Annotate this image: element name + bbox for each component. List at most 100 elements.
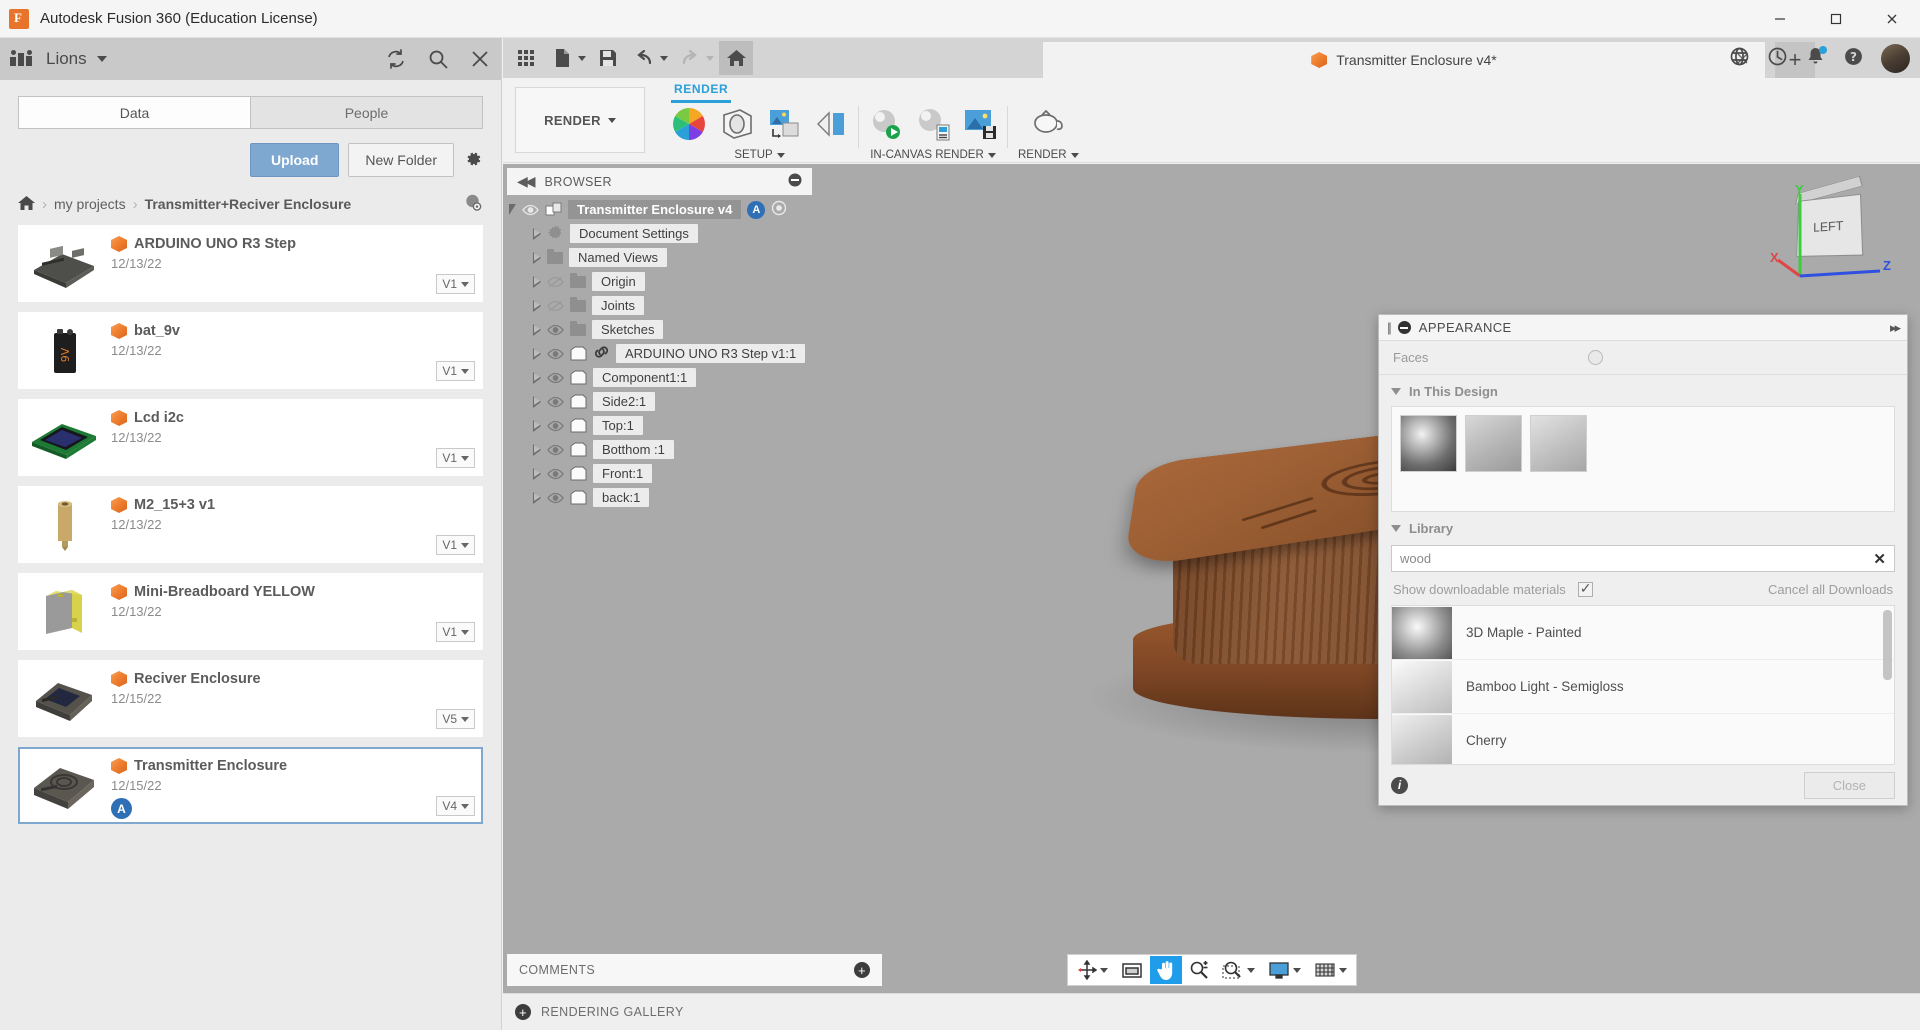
tree-row[interactable]: Origin — [507, 271, 812, 292]
redo-icon[interactable] — [673, 41, 707, 75]
list-item[interactable]: Mini-Breadboard YELLOW 12/13/22 V1 — [18, 573, 483, 650]
material-row[interactable]: 3D Maple - Painted — [1392, 606, 1894, 660]
tree-row[interactable]: Component1:1 — [507, 367, 812, 388]
tree-row[interactable]: Side2:1 — [507, 391, 812, 412]
cancel-all-downloads-link[interactable]: Cancel all Downloads — [1768, 582, 1893, 597]
clear-search-icon[interactable]: ✕ — [1873, 550, 1886, 568]
zoom-icon[interactable] — [1183, 956, 1215, 984]
tree-row[interactable]: Botthom :1 — [507, 439, 812, 460]
list-item[interactable]: M2_15+3 v1 12/13/22 V1 — [18, 486, 483, 563]
pan-icon[interactable] — [1150, 956, 1182, 984]
swatch-grey-1[interactable] — [1465, 415, 1522, 472]
decal-icon[interactable] — [767, 107, 801, 144]
tree-row[interactable]: Top:1 — [507, 415, 812, 436]
in-canvas-settings-icon[interactable] — [916, 107, 950, 144]
collapse-left-icon[interactable]: ◀◀ — [517, 173, 533, 190]
user-avatar[interactable] — [1881, 44, 1910, 73]
material-row[interactable]: Bamboo Light - Semigloss — [1392, 660, 1894, 714]
upload-button[interactable]: Upload — [250, 143, 339, 177]
tree-row[interactable]: Front:1 — [507, 463, 812, 484]
app-grid-icon[interactable] — [509, 41, 543, 75]
chevron-right-icon[interactable] — [533, 276, 541, 288]
list-item-selected[interactable]: Transmitter Enclosure 12/15/22 A V4 — [18, 747, 483, 824]
view-cube[interactable]: LEFT Y X Z — [1770, 176, 1900, 286]
recent-icon[interactable] — [1767, 46, 1788, 70]
version-dropdown[interactable]: V1 — [436, 274, 475, 294]
tab-data[interactable]: Data — [18, 96, 250, 129]
texture-map-icon[interactable] — [814, 107, 848, 144]
library-section-header[interactable]: Library — [1379, 512, 1907, 541]
faces-row[interactable]: Faces — [1379, 341, 1907, 375]
visibility-icon[interactable] — [547, 420, 564, 432]
document-tab[interactable]: Transmitter Enclosure v4* — [1043, 42, 1765, 78]
material-row[interactable]: Cherry — [1392, 714, 1894, 765]
list-item[interactable]: ARDUINO UNO R3 Step 12/13/22 V1 — [18, 225, 483, 302]
zoom-window-icon[interactable] — [1216, 956, 1261, 984]
search-icon[interactable] — [427, 48, 449, 70]
look-at-icon[interactable] — [1115, 956, 1149, 984]
visibility-off-icon[interactable] — [547, 300, 564, 312]
new-folder-button[interactable]: New Folder — [348, 143, 454, 177]
tree-row[interactable]: ARDUINO UNO R3 Step v1:1 — [507, 343, 812, 364]
visibility-icon[interactable] — [547, 444, 564, 456]
capture-image-icon[interactable] — [963, 107, 997, 144]
comments-bar[interactable]: COMMENTS + — [507, 954, 882, 986]
chevron-down-icon[interactable] — [706, 56, 714, 61]
home-icon[interactable] — [18, 195, 35, 214]
chevron-down-icon[interactable] — [97, 56, 107, 62]
tree-row[interactable]: Joints — [507, 295, 812, 316]
visibility-icon[interactable] — [547, 396, 564, 408]
expand-right-icon[interactable]: ▸▸ — [1890, 320, 1899, 336]
chevron-right-icon[interactable] — [533, 324, 541, 336]
materials-list[interactable]: 3D Maple - Painted Bamboo Light - Semigl… — [1391, 605, 1895, 765]
chevron-right-icon[interactable] — [533, 300, 541, 312]
orbit-icon[interactable] — [1071, 956, 1114, 984]
appearance-icon[interactable] — [671, 106, 707, 145]
in-this-design-section-header[interactable]: In This Design — [1379, 375, 1907, 404]
visibility-icon[interactable] — [547, 348, 564, 360]
breadcrumb-parent[interactable]: my projects — [54, 196, 126, 212]
teapot-render-icon[interactable] — [1029, 107, 1067, 144]
collapse-icon[interactable] — [1398, 321, 1411, 334]
list-item[interactable]: 9V bat_9v 12/13/22 V1 — [18, 312, 483, 389]
select-faces-button[interactable] — [1588, 350, 1603, 365]
visibility-icon[interactable] — [547, 492, 564, 504]
version-dropdown[interactable]: V1 — [436, 361, 475, 381]
tree-row[interactable]: Document Settings — [507, 223, 812, 244]
chevron-right-icon[interactable] — [533, 348, 541, 360]
chevron-right-icon[interactable] — [533, 492, 541, 504]
chevron-down-icon[interactable] — [660, 56, 668, 61]
refresh-icon[interactable] — [385, 48, 407, 70]
undo-icon[interactable] — [627, 41, 661, 75]
swatch-grey-2[interactable] — [1530, 415, 1587, 472]
library-search-input[interactable]: wood ✕ — [1391, 545, 1895, 572]
list-item[interactable]: Reciver Enclosure 12/15/22 V5 — [18, 660, 483, 737]
tab-people[interactable]: People — [250, 96, 483, 129]
browser-settings-icon[interactable] — [788, 173, 802, 190]
materials-scrollbar[interactable] — [1883, 610, 1892, 680]
expand-gallery-button[interactable]: + — [515, 1004, 531, 1020]
tree-row[interactable]: back:1 — [507, 487, 812, 508]
version-dropdown[interactable]: V4 — [436, 796, 475, 816]
workspace-switcher[interactable]: RENDER — [515, 87, 645, 153]
in-canvas-render-icon[interactable] — [869, 107, 903, 144]
chevron-right-icon[interactable] — [533, 468, 541, 480]
chevron-down-icon[interactable] — [509, 204, 516, 215]
gear-icon[interactable] — [463, 149, 483, 172]
new-file-icon[interactable] — [545, 41, 579, 75]
radio-icon[interactable] — [771, 200, 787, 219]
visibility-off-icon[interactable] — [547, 276, 564, 288]
list-item[interactable]: Lcd i2c 12/13/22 V1 — [18, 399, 483, 476]
drag-handle[interactable]: || — [1387, 320, 1390, 335]
tree-row-root[interactable]: Transmitter Enclosure v4 A — [507, 199, 812, 220]
tab-render[interactable]: RENDER — [661, 78, 741, 100]
maximize-button[interactable] — [1808, 0, 1864, 38]
version-dropdown[interactable]: V5 — [436, 709, 475, 729]
show-downloadable-checkbox[interactable] — [1578, 582, 1593, 597]
chevron-right-icon[interactable] — [533, 396, 541, 408]
swatch-metal[interactable] — [1400, 415, 1457, 472]
add-comment-button[interactable]: + — [854, 962, 870, 978]
info-icon[interactable]: i — [1391, 777, 1408, 794]
close-panel-icon[interactable] — [469, 48, 491, 70]
chevron-right-icon[interactable] — [533, 252, 541, 264]
